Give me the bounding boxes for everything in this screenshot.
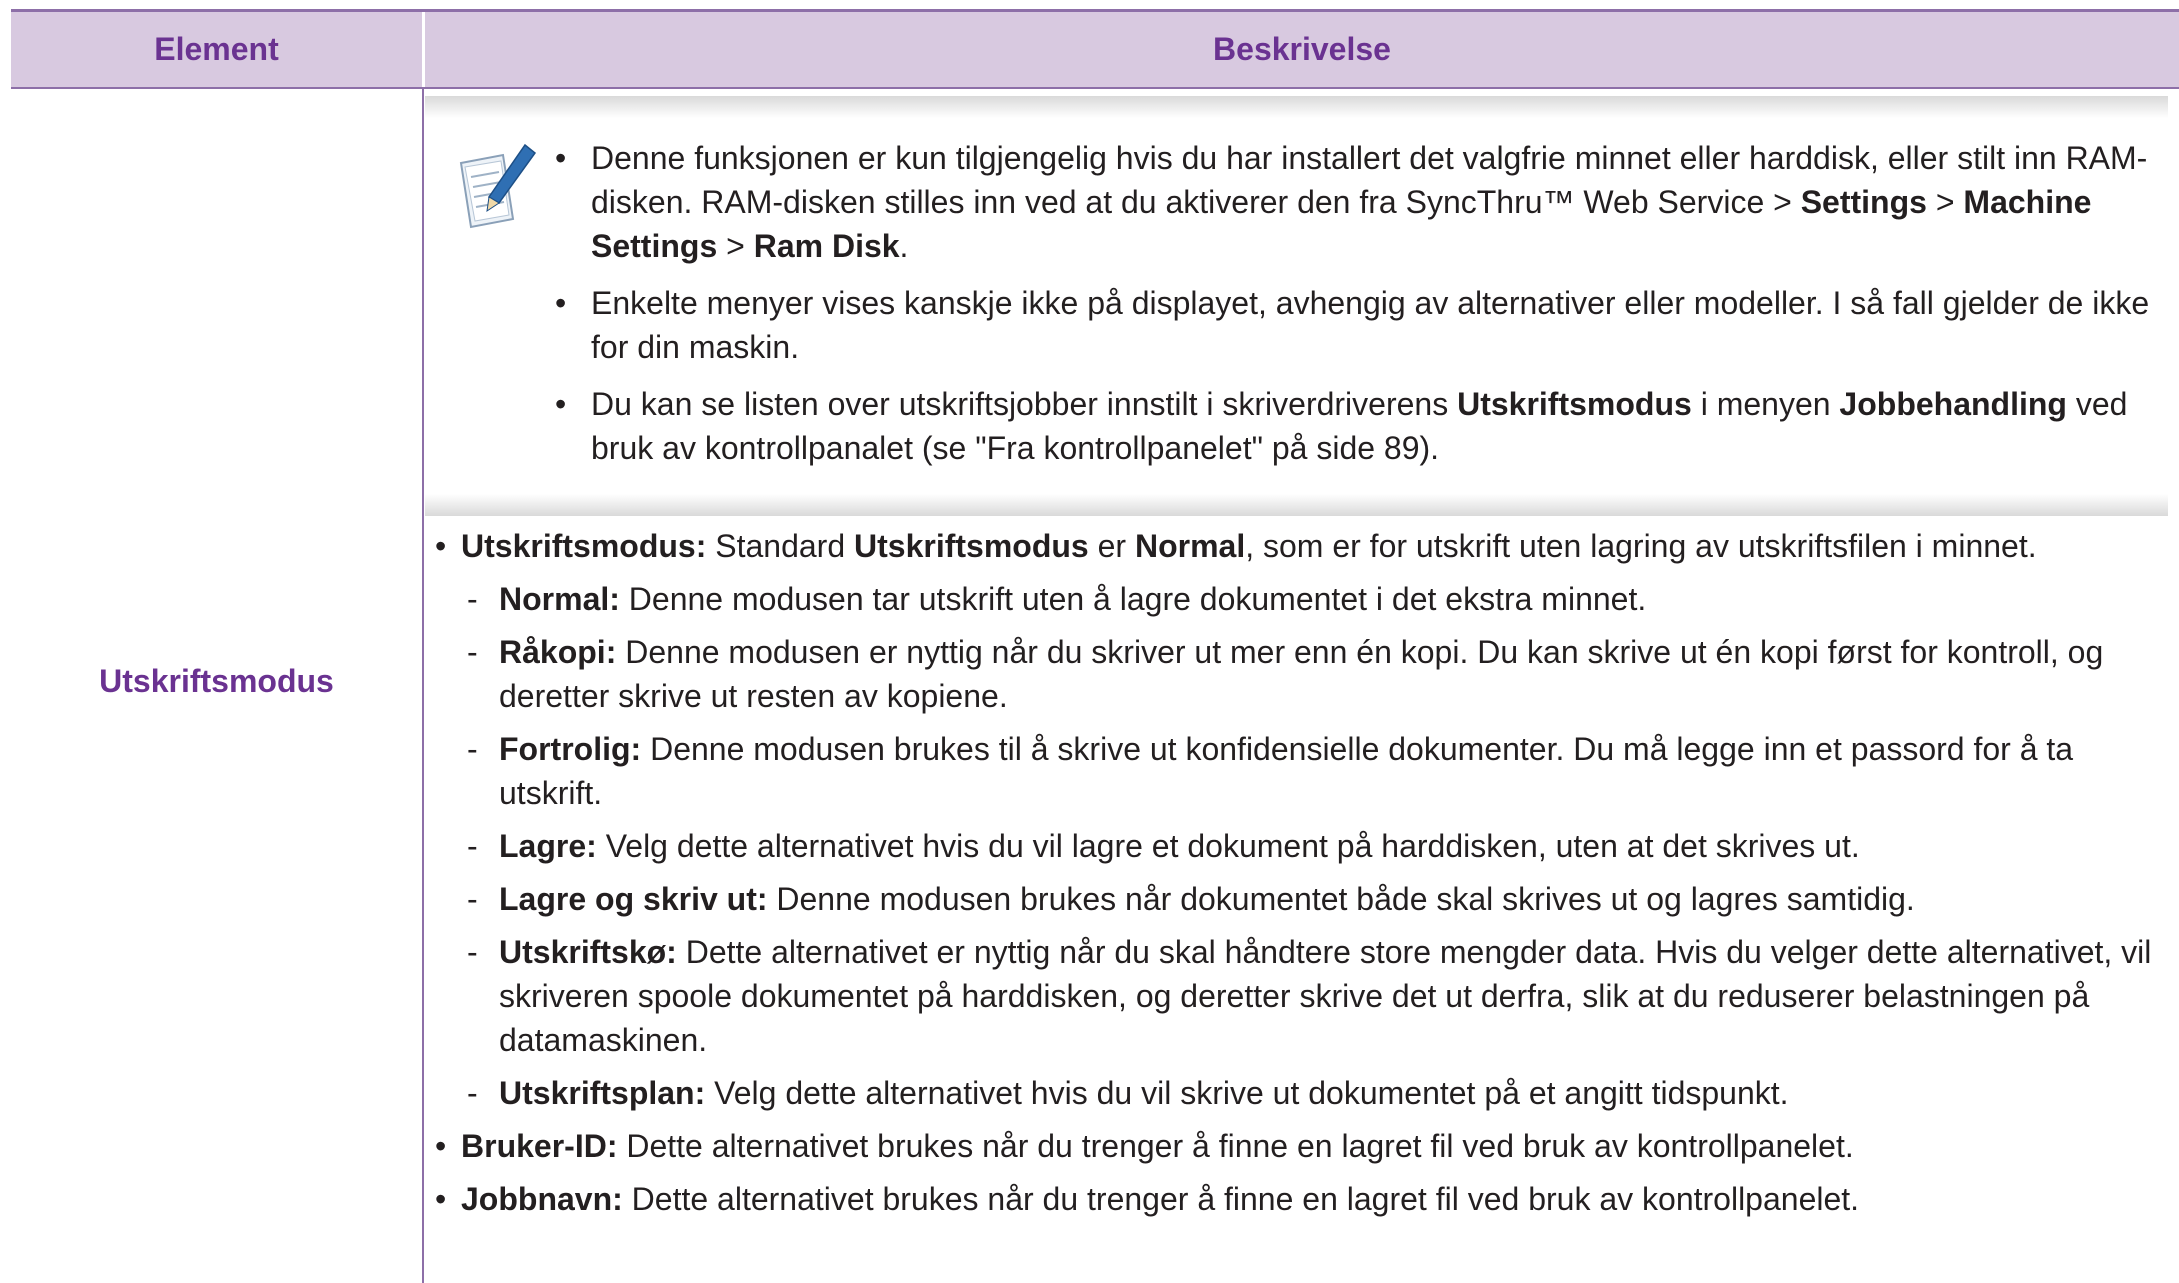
sub-label: Lagre: [499,828,597,864]
item-label: Utskriftsmodus: [461,528,707,564]
bullet: • [435,1181,447,1217]
sub-label: Normal: [499,581,620,617]
note-text: Enkelte menyer vises kanskje ikke på dis… [591,285,2150,365]
sub-label: Lagre og skriv ut: [499,881,768,917]
note-text: > [717,228,754,264]
dash: - [467,581,478,617]
item-text: er [1088,528,1135,564]
bullet: • [555,285,567,321]
list-item-mode: • Utskriftsmodus: Standard Utskriftsmodus… [425,524,2155,568]
sub-item-rakopi: - Råkopi: Denne modusen er nyttig når du … [425,630,2155,718]
list-item-user-id: • Bruker-ID: Dette alternativet brukes nå… [425,1124,2155,1168]
sub-item-fortrolig: - Fortrolig: Denne modusen brukes til å s… [425,727,2155,815]
sub-label: Råkopi: [499,634,617,670]
list-item-job-name: • Jobbnavn: Dette alternativet brukes når… [425,1177,2155,1221]
sub-text: Velg dette alternativet hvis du vil skri… [705,1075,1789,1111]
sub-item-lagre: - Lagre: Velg dette alternativet hvis du … [425,824,2155,868]
note-item: • Enkelte menyer vises kanskje ikke på di… [555,281,2155,369]
sub-text: Velg dette alternativet hvis du vil lagr… [596,828,1860,864]
dash: - [467,731,478,767]
dash: - [467,934,478,970]
description-list: • Utskriftsmodus: Standard Utskriftsmodus… [425,524,2155,1230]
note-box: • Denne funksjonen er kun tilgjengelig hv… [425,96,2168,516]
item-label: Bruker-ID: [461,1128,618,1164]
item-text: , som er for utskrift uten lagring av ut… [1245,528,2037,564]
sub-text: Denne modusen tar utskrift uten å lagre … [619,581,1647,617]
dash: - [467,828,478,864]
note-text: i menyen [1691,386,1840,422]
note-text: . [899,228,909,264]
note-list: • Denne funksjonen er kun tilgjengelig hv… [555,136,2155,483]
dash: - [467,881,478,917]
item-text: Standard [706,528,855,564]
note-bold: Utskriftsmodus [1457,386,1692,422]
note-bold: Ram Disk [753,228,900,264]
note-item: • Du kan se listen over utskriftsjobber i… [555,382,2155,470]
bullet: • [555,140,567,176]
item-label: Jobbnavn: [461,1181,623,1217]
note-text: Du kan se listen over utskriftsjobber in… [591,386,1458,422]
sub-item-lagre-og-skriv-ut: - Lagre og skriv ut: Denne modusen brukes… [425,877,2155,921]
header-element: Element [154,31,279,67]
dash: - [467,634,478,670]
table-header: Element Beskrivelse [11,12,2179,87]
sub-label: Utskriftskø: [499,934,677,970]
sub-item-utskriftsplan: - Utskriftsplan: Velg dette alternativet … [425,1071,2155,1115]
sub-label: Fortrolig: [499,731,642,767]
row-element-label: Utskriftsmodus [99,663,334,699]
note-bottom-bar [425,494,2168,516]
sub-text: Denne modusen brukes til å skrive ut kon… [499,731,2074,811]
sub-text: Denne modusen brukes når dokumentet både… [767,881,1915,917]
header-bottom-rule [11,87,2179,89]
sub-item-normal: - Normal: Denne modusen tar utskrift uten… [425,577,2155,621]
note-bold: Jobbehandling [1839,386,2067,422]
note-bold: Settings [1800,184,1927,220]
sub-label: Utskriftsplan: [499,1075,706,1111]
item-text: Dette alternativet brukes når du trenger… [622,1181,1860,1217]
bullet: • [555,386,567,422]
sub-text: Dette alternativet er nyttig når du skal… [499,934,2152,1058]
column-separator [422,89,424,1283]
note-item: • Denne funksjonen er kun tilgjengelig hv… [555,136,2155,268]
note-top-bar [425,96,2168,118]
item-bold: Normal [1134,528,1246,564]
dash: - [467,1075,478,1111]
bullet: • [435,1128,447,1164]
sub-text: Denne modusen er nyttig når du skriver u… [499,634,2104,714]
bullet: • [435,528,447,564]
sub-item-utskriftsko: - Utskriftskø: Dette alternativet er nytt… [425,930,2155,1062]
note-pencil-icon [459,143,537,229]
note-text: > [1926,184,1964,220]
item-bold: Utskriftsmodus [854,528,1089,564]
header-description: Beskrivelse [1213,31,1391,67]
item-text: Dette alternativet brukes når du trenger… [617,1128,1854,1164]
